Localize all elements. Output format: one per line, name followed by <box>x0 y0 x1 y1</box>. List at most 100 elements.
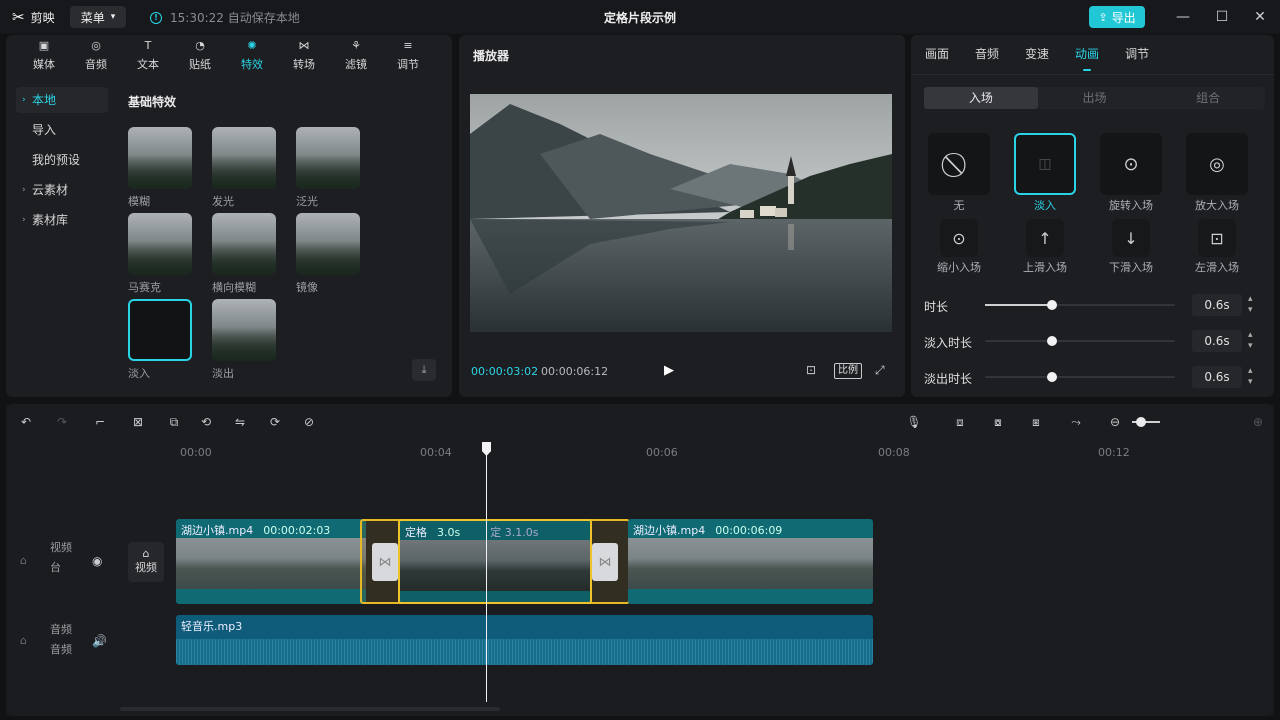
video-clip[interactable]: 湖边小镇.mp4 00:00:02:03 <box>176 519 366 604</box>
slider-handle[interactable] <box>1046 336 1057 346</box>
sidebar-item-label: 云素材 <box>32 183 69 197</box>
preview-axis-icon[interactable]: ⧇ <box>990 414 1006 430</box>
split-icon[interactable]: ⌐ <box>92 414 108 430</box>
video-preview[interactable] <box>470 94 892 332</box>
slider-value[interactable]: 0.6s <box>1192 330 1242 352</box>
microphone-icon[interactable]: 🎙 <box>906 414 922 430</box>
zoom-slider-handle[interactable] <box>1136 417 1146 427</box>
effect-card[interactable]: 模糊 <box>128 127 194 209</box>
duration-slider-row: 时长 0.6s ▴ ▾ <box>924 294 1269 316</box>
tab-audio[interactable]: 音频 <box>975 45 999 71</box>
animation-option[interactable]: ◫ 淡入 <box>1005 133 1085 213</box>
subtab-combo[interactable]: 组合 <box>1151 87 1265 109</box>
tab-effects[interactable]: ✺ 特效 <box>226 35 278 75</box>
sidebar-item-label: 我的预设 <box>32 153 81 167</box>
slider-track[interactable] <box>985 300 1175 310</box>
stepper-icon[interactable]: ▴ ▾ <box>1248 366 1253 388</box>
maximize-button[interactable]: ☐ <box>1213 8 1231 26</box>
ratio-button[interactable]: 比例 <box>834 363 862 379</box>
stepper-icon[interactable]: ▴ ▾ <box>1248 294 1253 316</box>
freeze-icon[interactable]: ⧉ <box>166 414 182 430</box>
link-icon[interactable]: ⤳ <box>1068 414 1084 430</box>
link-main-track-icon[interactable]: ⧈ <box>952 414 968 430</box>
tab-adjust[interactable]: ≡ 调节 <box>382 35 434 75</box>
subtab-out[interactable]: 出场 <box>1038 87 1152 109</box>
animation-option[interactable]: ⊙ 缩小入场 <box>919 219 999 275</box>
cover-button[interactable]: ⌂ 视频 <box>128 542 164 582</box>
tab-adjust[interactable]: 调节 <box>1125 45 1149 71</box>
slider-value[interactable]: 0.6s <box>1192 294 1242 316</box>
effect-card[interactable]: 淡入 <box>128 299 194 381</box>
play-button[interactable]: ▶ <box>664 363 680 381</box>
subtab-in[interactable]: 入场 <box>924 87 1038 109</box>
animation-option[interactable]: ↑ 上滑入场 <box>1005 219 1085 275</box>
tab-media[interactable]: ▣ 媒体 <box>18 35 70 75</box>
delete-icon[interactable]: ⊘ <box>301 414 317 430</box>
freeze-clip[interactable]: 定格 3.0s 定 3.1.0s <box>398 519 592 604</box>
fit-screen-icon[interactable]: ⊡ <box>806 363 824 381</box>
tab-text[interactable]: T 文本 <box>122 35 174 75</box>
rotate-icon[interactable]: ⟳ <box>267 414 283 430</box>
snap-icon[interactable]: ⧆ <box>1028 414 1044 430</box>
zoom-in-icon[interactable]: ⊕ <box>1250 414 1266 430</box>
animation-option[interactable]: ⊙ 旋转入场 <box>1091 133 1171 213</box>
tab-picture[interactable]: 画面 <box>925 45 949 71</box>
effect-card[interactable]: 淡出 <box>212 299 278 381</box>
zoom-out-icon[interactable]: ⊖ <box>1107 414 1123 430</box>
audio-icon: ◎ <box>91 39 101 52</box>
animation-option[interactable]: ↓ 下滑入场 <box>1091 219 1171 275</box>
sidebar-item-cloud[interactable]: › 云素材 <box>16 177 108 203</box>
horizontal-scrollbar[interactable] <box>120 707 500 711</box>
fullscreen-icon[interactable]: ⤢ <box>875 363 893 381</box>
effect-thumbnail <box>128 213 192 275</box>
slider-handle[interactable] <box>1046 372 1057 382</box>
speaker-icon[interactable]: 🔊 <box>92 634 107 648</box>
animation-option[interactable]: ◎ 放大入场 <box>1177 133 1257 213</box>
menu-button[interactable]: 菜单 ▾ <box>70 6 126 28</box>
effect-card[interactable]: 镜像 <box>296 213 362 295</box>
tab-animation[interactable]: 动画 <box>1075 45 1099 71</box>
sidebar-item-local[interactable]: › 本地 <box>16 87 108 113</box>
stepper-icon[interactable]: ▴ ▾ <box>1248 330 1253 352</box>
redo-icon[interactable]: ↷ <box>54 414 70 430</box>
animation-option[interactable]: ⊡ 左滑入场 <box>1177 219 1257 275</box>
audio-clip[interactable]: 轻音乐.mp3 <box>176 615 873 665</box>
slider-value[interactable]: 0.6s <box>1192 366 1242 388</box>
transition-icon[interactable]: ⋈ <box>592 543 618 581</box>
minimize-button[interactable]: — <box>1174 8 1192 26</box>
sidebar-item-presets[interactable]: 我的预设 <box>16 147 108 173</box>
track-label: 音频 <box>50 623 72 636</box>
clip-name: 定格 <box>405 526 427 539</box>
tab-speed[interactable]: 变速 <box>1025 45 1049 71</box>
tab-transition[interactable]: ⋈ 转场 <box>278 35 330 75</box>
text-icon: T <box>144 39 152 52</box>
lock-icon[interactable]: ⌂ <box>20 634 27 647</box>
eye-icon[interactable]: ◉ <box>92 554 102 568</box>
effect-card[interactable]: 发光 <box>212 127 278 209</box>
transition-icon[interactable]: ⋈ <box>372 543 398 581</box>
reverse-icon[interactable]: ⟲ <box>198 414 214 430</box>
tab-filter[interactable]: ⚘ 滤镜 <box>330 35 382 75</box>
tab-sticker[interactable]: ◔ 贴纸 <box>174 35 226 75</box>
download-button[interactable]: ⤓ <box>412 359 436 381</box>
time-ruler[interactable]: 00:00 00:04 00:06 00:08 00:12 <box>176 440 1274 462</box>
playhead[interactable] <box>486 442 487 702</box>
slider-track[interactable] <box>985 372 1175 382</box>
effect-card[interactable]: 泛光 <box>296 127 362 209</box>
slider-track[interactable] <box>985 336 1175 346</box>
undo-icon[interactable]: ↶ <box>18 414 34 430</box>
close-button[interactable]: ✕ <box>1251 8 1269 26</box>
effect-card[interactable]: 马赛克 <box>128 213 194 295</box>
slider-handle[interactable] <box>1046 300 1057 310</box>
effect-card[interactable]: 横向模糊 <box>212 213 278 295</box>
lock-icon[interactable]: ⌂ <box>20 554 27 567</box>
video-clip[interactable]: 湖边小镇.mp4 00:00:06:09 <box>628 519 873 604</box>
sidebar-item-import[interactable]: 导入 <box>16 117 108 143</box>
tab-audio[interactable]: ◎ 音频 <box>70 35 122 75</box>
export-button[interactable]: ⇪ 导出 <box>1089 6 1145 28</box>
animation-option[interactable]: ⃠无 <box>919 133 999 213</box>
ruler-tick: 00:00 <box>180 446 212 459</box>
mirror-icon[interactable]: ⇋ <box>232 414 248 430</box>
crop-icon[interactable]: ⊠ <box>130 414 146 430</box>
sidebar-item-library[interactable]: › 素材库 <box>16 207 108 233</box>
